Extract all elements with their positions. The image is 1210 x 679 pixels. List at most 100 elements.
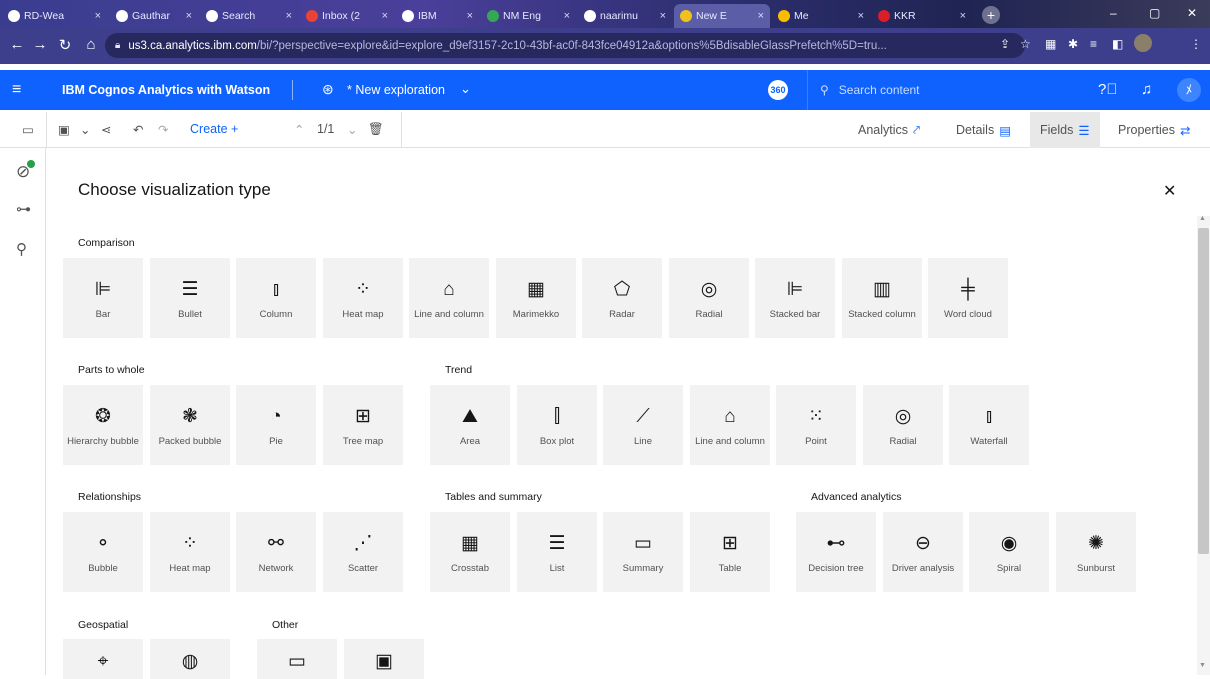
browser-tab[interactable]: KKR ×	[872, 4, 972, 28]
address-bar[interactable]: 🔒︎ us3.ca.analytics.ibm.com /bi/?perspec…	[105, 33, 1025, 58]
viz-option-word-cloud[interactable]: ╪ Word cloud	[928, 258, 1008, 338]
viz-option-stacked-bar[interactable]: ⊫ Stacked bar	[755, 258, 835, 338]
share-icon[interactable]: ⋖	[101, 122, 111, 137]
viz-option-bar[interactable]: ⊫ Bar	[63, 258, 143, 338]
relationships-icon[interactable]: ⊶	[16, 200, 31, 218]
viz-option-heat-map[interactable]: ⁘ Heat map	[150, 512, 230, 592]
notification-bell-icon[interactable]: ♫	[1141, 81, 1152, 98]
tab-details[interactable]: Details ▤	[946, 112, 1021, 148]
undo-icon[interactable]: ↶	[133, 122, 143, 137]
tab-close-icon[interactable]: ×	[286, 10, 292, 22]
user-avatar[interactable]: ﾒ	[1177, 78, 1201, 102]
hamburger-menu-icon[interactable]: ≡	[12, 81, 21, 99]
trash-icon[interactable]: 🗑︎	[368, 122, 384, 137]
viz-option-list[interactable]: ☰ List	[517, 512, 597, 592]
close-icon[interactable]: ✕	[1163, 181, 1176, 201]
home-icon[interactable]: ⌂	[80, 36, 102, 53]
tab-close-icon[interactable]: ×	[95, 10, 101, 22]
browser-tab[interactable]: New E ×	[674, 4, 770, 28]
viz-option-tree-map[interactable]: ⊞ Tree map	[323, 385, 403, 465]
back-icon[interactable]: ←	[6, 36, 28, 53]
share-icon[interactable]: ⇪	[1000, 37, 1010, 51]
viz-option-kpi[interactable]: ▭	[257, 639, 337, 679]
help-icon[interactable]: ?⃝	[1098, 81, 1118, 98]
reload-icon[interactable]: ↻	[54, 36, 76, 54]
tab-close-icon[interactable]: ×	[564, 10, 570, 22]
minimize-icon[interactable]: –	[1110, 6, 1117, 20]
viz-option-line-and-column[interactable]: ⌂ Line and column	[690, 385, 770, 465]
viz-option-network[interactable]: ⚯ Network	[236, 512, 316, 592]
viz-option-heat-map[interactable]: ⁘ Heat map	[323, 258, 403, 338]
tab-close-icon[interactable]: ×	[382, 10, 388, 22]
bookmark-star-icon[interactable]: ☆	[1020, 37, 1031, 51]
tab-analytics[interactable]: Analytics ⤤	[848, 112, 930, 148]
viz-option-packed-bubble[interactable]: ❃ Packed bubble	[150, 385, 230, 465]
viz-option-area[interactable]: ⛰ Area	[430, 385, 510, 465]
new-tab-button[interactable]: +	[982, 6, 1000, 24]
tab-close-icon[interactable]: ×	[960, 10, 966, 22]
viz-option-kpi-chart[interactable]: ▣	[344, 639, 424, 679]
page-down-icon[interactable]: ⌄	[347, 122, 357, 137]
scrollbar-thumb[interactable]	[1198, 228, 1209, 554]
scroll-down-icon[interactable]: ▼	[1199, 662, 1206, 669]
browser-tab[interactable]: Search ×	[200, 4, 298, 28]
viz-option-waterfall[interactable]: ⫾ Waterfall	[949, 385, 1029, 465]
viz-option-stacked-column[interactable]: ▥ Stacked column	[842, 258, 922, 338]
viz-option-summary[interactable]: ▭ Summary	[603, 512, 683, 592]
viz-option-box-plot[interactable]: ⫿ Box plot	[517, 385, 597, 465]
viz-option-table[interactable]: ⊞ Table	[690, 512, 770, 592]
viz-option-column[interactable]: ⫾ Column	[236, 258, 316, 338]
tab-properties[interactable]: Properties ⇄	[1108, 112, 1200, 148]
tab-fields[interactable]: Fields ☰	[1030, 112, 1100, 148]
scroll-up-icon[interactable]: ▲	[1199, 215, 1206, 222]
forward-icon[interactable]: →	[29, 36, 51, 53]
tab-close-icon[interactable]: ×	[758, 10, 764, 22]
viz-option-scatter[interactable]: ⋰ Scatter	[323, 512, 403, 592]
viz-option-globe[interactable]: ◍	[150, 639, 230, 679]
page-up-icon[interactable]: ⌃	[294, 122, 304, 137]
redo-icon[interactable]: ↷	[158, 122, 168, 137]
viz-option-crosstab[interactable]: ▦ Crosstab	[430, 512, 510, 592]
browser-menu-icon[interactable]: ⋮	[1190, 37, 1202, 51]
save-icon[interactable]: ▣	[58, 122, 70, 137]
browser-tab[interactable]: Inbox (2 ×	[300, 4, 394, 28]
browser-tab[interactable]: Gauthar ×	[110, 4, 198, 28]
browser-tab[interactable]: naarimu ×	[578, 4, 672, 28]
badge-360[interactable]: 360	[768, 80, 788, 100]
viz-option-bullet[interactable]: ☰ Bullet	[150, 258, 230, 338]
viz-option-radar[interactable]: ⬠ Radar	[582, 258, 662, 338]
extension-icon[interactable]: ▦	[1045, 37, 1056, 51]
maximize-icon[interactable]: ▢	[1149, 6, 1160, 20]
side-panel-icon[interactable]: ◧	[1112, 37, 1123, 51]
browser-tab[interactable]: RD-Wea ×	[2, 4, 107, 28]
tab-close-icon[interactable]: ×	[660, 10, 666, 22]
tab-close-icon[interactable]: ×	[858, 10, 864, 22]
viz-option-bubble[interactable]: ⚬ Bubble	[63, 512, 143, 592]
viz-option-driver-analysis[interactable]: ⊖ Driver analysis	[883, 512, 963, 592]
tab-close-icon[interactable]: ×	[186, 10, 192, 22]
comment-icon[interactable]: ▭	[22, 122, 34, 137]
browser-tab[interactable]: Me ×	[772, 4, 870, 28]
reading-list-icon[interactable]: ≡	[1090, 37, 1097, 51]
profile-avatar[interactable]	[1134, 34, 1152, 52]
puzzle-icon[interactable]: ✱	[1068, 37, 1078, 51]
viz-option-marimekko[interactable]: ▦ Marimekko	[496, 258, 576, 338]
close-window-icon[interactable]: ✕	[1187, 6, 1197, 20]
exploration-title[interactable]: * New exploration	[347, 83, 445, 97]
viz-option-line-and-column[interactable]: ⌂ Line and column	[409, 258, 489, 338]
viz-option-hierarchy-bubble[interactable]: ❂ Hierarchy bubble	[63, 385, 143, 465]
browser-tab[interactable]: NM Eng ×	[481, 4, 576, 28]
viz-option-sunburst[interactable]: ✺ Sunburst	[1056, 512, 1136, 592]
chevron-down-icon[interactable]: ⌄	[460, 81, 471, 97]
pin-icon[interactable]: ⚲	[16, 240, 27, 258]
viz-option-pie[interactable]: ◔ Pie	[236, 385, 316, 465]
viz-option-spiral[interactable]: ◉ Spiral	[969, 512, 1049, 592]
viz-option-decision-tree[interactable]: ⊷ Decision tree	[796, 512, 876, 592]
viz-option-map-pin[interactable]: ⌖	[63, 639, 143, 679]
viz-option-radial[interactable]: ◎ Radial	[863, 385, 943, 465]
viz-option-radial[interactable]: ◎ Radial	[669, 258, 749, 338]
create-button[interactable]: Create +	[190, 122, 238, 136]
tab-close-icon[interactable]: ×	[467, 10, 473, 22]
viz-option-line[interactable]: ⟋ Line	[603, 385, 683, 465]
search-input[interactable]: ⚲ Search content	[807, 70, 1075, 110]
